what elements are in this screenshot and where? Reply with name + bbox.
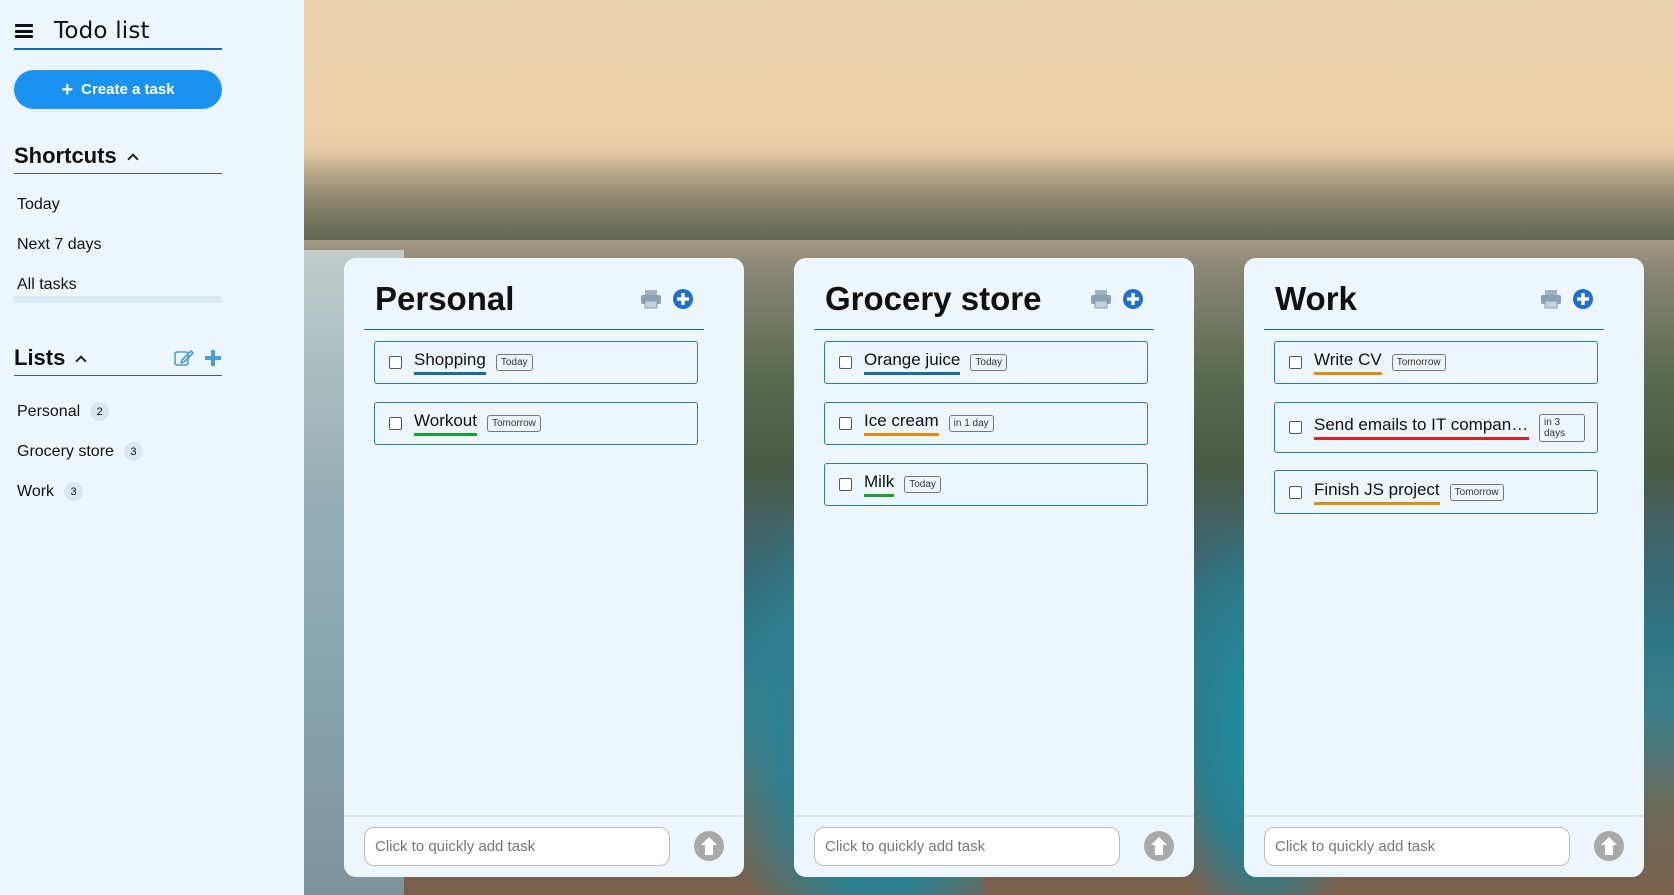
column-title: Grocery store <box>825 279 1042 317</box>
list-column-work: Work Write CV Tomorrow Send emails to IT… <box>1244 258 1644 877</box>
shortcuts-title: Shortcuts <box>14 143 117 168</box>
plus-circle-icon[interactable] <box>1572 288 1594 310</box>
due-badge: Today <box>970 354 1008 371</box>
plus-circle-icon[interactable] <box>1122 288 1144 310</box>
shortcuts-header: Shortcuts <box>14 139 222 174</box>
task-item[interactable]: Ice cream in 1 day <box>824 402 1148 445</box>
task-item[interactable]: Send emails to IT compani... in 3 days <box>1274 402 1598 453</box>
plus-icon: + <box>61 78 74 101</box>
column-actions <box>1540 288 1594 310</box>
hamburger-icon[interactable] <box>15 24 33 38</box>
quick-add-input[interactable] <box>814 827 1120 866</box>
selected-indicator <box>14 296 222 303</box>
list-label: Personal <box>17 402 81 420</box>
task-item[interactable]: Workout Tomorrow <box>374 402 698 445</box>
lists-actions <box>174 349 222 367</box>
list-label: Work <box>17 482 55 500</box>
edit-icon[interactable] <box>174 349 194 367</box>
column-title: Personal <box>375 279 515 317</box>
task-item[interactable]: Milk Today <box>824 463 1148 506</box>
column-header: Personal <box>364 268 704 330</box>
column-header: Work <box>1264 268 1604 330</box>
task-checkbox[interactable] <box>839 417 852 430</box>
task-name: Orange juice <box>864 350 961 375</box>
shortcut-label: All tasks <box>17 276 77 293</box>
task-name: Ice cream <box>864 411 939 436</box>
column-title: Work <box>1275 279 1357 317</box>
due-badge: Today <box>904 476 941 493</box>
printer-icon[interactable] <box>1090 289 1112 309</box>
count-badge: 3 <box>64 482 84 501</box>
arrow-up-circle-icon[interactable] <box>694 831 724 861</box>
task-checkbox[interactable] <box>1289 356 1302 369</box>
background-hills <box>304 150 1674 240</box>
list-item-grocery-store[interactable]: Grocery store 3 <box>17 442 143 461</box>
task-name: Workout <box>414 411 477 436</box>
printer-icon[interactable] <box>1540 289 1562 309</box>
due-badge: Tomorrow <box>487 415 541 432</box>
task-name: Milk <box>864 472 895 497</box>
task-item[interactable]: Orange juice Today <box>824 341 1148 384</box>
column-actions <box>640 288 694 310</box>
list-label: Grocery store <box>17 442 114 460</box>
create-task-label: Create a task <box>81 81 175 98</box>
shortcut-today[interactable]: Today <box>17 196 60 214</box>
task-checkbox[interactable] <box>839 356 852 369</box>
lists-header: Lists <box>14 341 222 376</box>
list-column-personal: Personal Shopping Today Workout Tomorrow <box>344 258 744 877</box>
task-item[interactable]: Finish JS project Tomorrow <box>1274 470 1598 514</box>
sidebar: Todo list + Create a task Shortcuts Toda… <box>0 0 304 895</box>
task-checkbox[interactable] <box>389 356 402 369</box>
shortcut-label: Next 7 days <box>17 236 102 253</box>
list-item-personal[interactable]: Personal 2 <box>17 402 110 421</box>
list-item-work[interactable]: Work 3 <box>17 482 84 501</box>
arrow-up-circle-icon[interactable] <box>1594 831 1624 861</box>
app-header: Todo list <box>14 14 222 50</box>
due-badge: Today <box>495 354 533 371</box>
task-checkbox[interactable] <box>839 478 852 491</box>
task-checkbox[interactable] <box>1289 485 1302 499</box>
task-checkbox[interactable] <box>1289 421 1302 434</box>
task-name: Send emails to IT compani... <box>1314 415 1529 440</box>
chevron-up-icon[interactable] <box>127 153 139 165</box>
task-item[interactable]: Write CV Tomorrow <box>1274 341 1598 384</box>
shortcut-all-tasks[interactable]: All tasks <box>17 276 77 294</box>
plus-circle-icon[interactable] <box>672 288 694 310</box>
task-name: Finish JS project <box>1314 480 1440 505</box>
create-task-button[interactable]: + Create a task <box>14 70 222 109</box>
due-badge: Tomorrow <box>1391 354 1446 371</box>
quick-add-input[interactable] <box>1264 827 1570 866</box>
task-checkbox[interactable] <box>389 417 402 430</box>
count-badge: 3 <box>123 442 143 461</box>
plus-icon[interactable] <box>204 349 222 367</box>
column-header: Grocery store <box>814 268 1154 330</box>
arrow-up-circle-icon[interactable] <box>1144 831 1174 861</box>
chevron-up-icon[interactable] <box>75 355 88 367</box>
quick-add-input[interactable] <box>364 827 670 866</box>
task-name: Shopping <box>414 350 486 375</box>
due-badge: in 1 day <box>948 415 994 432</box>
column-actions <box>1090 288 1144 310</box>
shortcut-next-7-days[interactable]: Next 7 days <box>17 236 101 254</box>
lists-title: Lists <box>14 345 66 370</box>
quick-add-bar <box>1244 815 1644 877</box>
due-badge: in 3 days <box>1539 413 1585 442</box>
app-title: Todo list <box>54 18 150 44</box>
task-item[interactable]: Shopping Today <box>374 341 698 384</box>
task-name: Write CV <box>1314 350 1382 375</box>
shortcut-label: Today <box>17 196 60 213</box>
printer-icon[interactable] <box>640 289 662 309</box>
quick-add-bar <box>344 815 744 877</box>
list-column-grocery-store: Grocery store Orange juice Today Ice cre… <box>794 258 1194 877</box>
due-badge: Tomorrow <box>1449 483 1504 501</box>
quick-add-bar <box>794 815 1194 877</box>
count-badge: 2 <box>90 402 110 421</box>
